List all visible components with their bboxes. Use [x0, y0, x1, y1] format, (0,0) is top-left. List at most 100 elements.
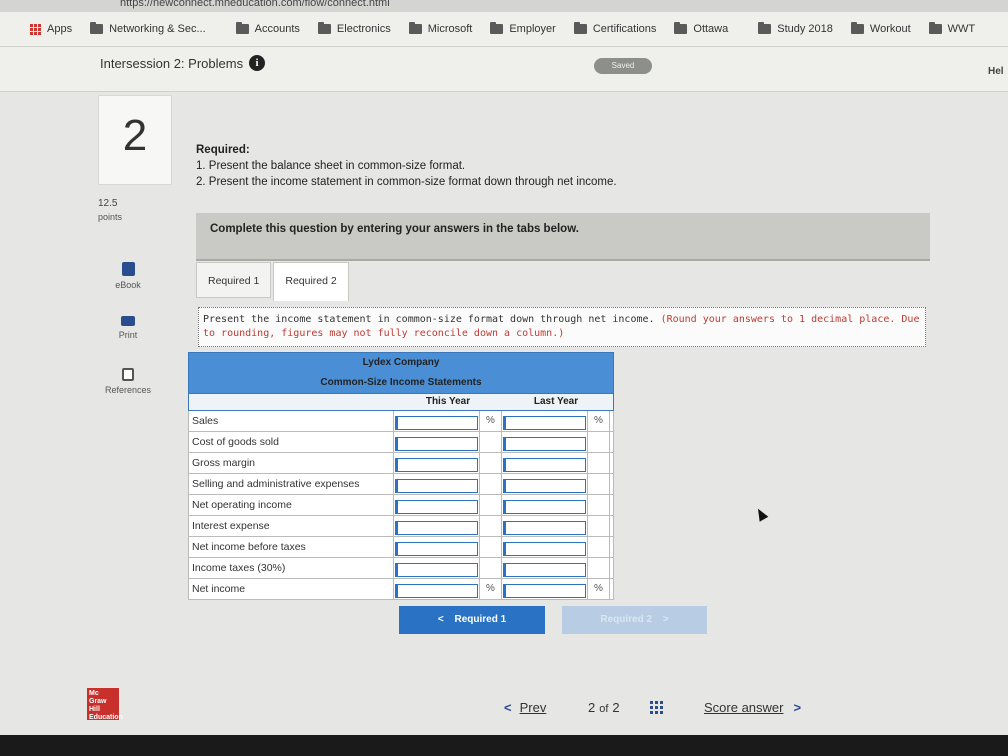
bookmark-accounts[interactable]: Accounts	[235, 22, 300, 35]
bookmark-label: Electronics	[336, 23, 391, 35]
assignment-title: Intersession 2: Problems	[100, 55, 244, 71]
score-label: Score answer	[704, 700, 784, 715]
folder-icon	[235, 22, 249, 34]
folder-icon	[573, 22, 587, 34]
ebook-icon	[121, 262, 135, 276]
prev-tab-button[interactable]: < Required 1	[399, 606, 545, 634]
table-row: Gross margin	[188, 453, 614, 474]
last-year-input[interactable]	[503, 500, 586, 514]
this-year-cell	[394, 495, 480, 515]
this-year-pct: %	[480, 579, 502, 599]
last-year-pct	[588, 453, 610, 473]
prev-tab-label: Required 1	[454, 614, 507, 625]
info-icon[interactable]: i	[249, 55, 266, 71]
last-year-input[interactable]	[503, 416, 586, 430]
this-year-input[interactable]	[395, 542, 478, 556]
saved-badge: Saved	[594, 58, 652, 74]
last-year-input[interactable]	[503, 437, 586, 451]
bookmark-networking[interactable]: Networking & Sec...	[90, 22, 206, 35]
this-year-cell	[394, 411, 480, 431]
bookmark-wwt[interactable]: WWT	[928, 22, 975, 35]
points-label: points	[98, 212, 123, 222]
browser-screen: https://newconnect.mheducation.com/flow/…	[0, 0, 1008, 735]
assignment-header: Intersession 2: Problems i Saved Hel	[0, 47, 1008, 92]
last-year-input[interactable]	[503, 479, 586, 493]
this-year-cell	[394, 453, 480, 473]
bookmark-apps[interactable]: Apps	[30, 23, 72, 35]
bookmark-label: Apps	[47, 23, 73, 35]
print-button[interactable]: Print	[96, 316, 160, 362]
blank-header	[189, 394, 394, 410]
bookmark-workout[interactable]: Workout	[850, 22, 911, 35]
score-answer-link[interactable]: Score answer >	[704, 700, 801, 715]
this-year-input[interactable]	[395, 500, 478, 514]
this-year-input[interactable]	[395, 416, 478, 430]
last-year-pct	[588, 516, 610, 536]
bookmark-certifications[interactable]: Certifications	[573, 22, 656, 35]
references-label: References	[104, 385, 152, 395]
bookmark-study-2018[interactable]: Study 2018	[758, 22, 833, 35]
this-year-input[interactable]	[395, 458, 478, 472]
income-statement-table: Lydex Company Common-Size Income Stateme…	[188, 352, 614, 600]
folder-icon	[850, 22, 864, 34]
bookmark-label: Workout	[869, 23, 911, 35]
table-row: Selling and administrative expenses	[188, 474, 614, 495]
last-year-cell	[502, 453, 588, 473]
current-page: 2	[588, 700, 596, 715]
references-button[interactable]: References	[96, 368, 160, 414]
last-year-cell	[502, 474, 588, 494]
required-tabs: Required 1 Required 2	[196, 262, 349, 301]
last-year-input[interactable]	[503, 584, 586, 598]
apps-grid-icon	[30, 23, 41, 35]
this-year-input[interactable]	[395, 479, 478, 493]
mouse-cursor-icon	[753, 506, 769, 522]
last-year-input[interactable]	[503, 521, 586, 535]
last-year-cell	[502, 516, 588, 536]
bookmark-label: Networking & Sec...	[109, 23, 206, 35]
print-label: Print	[118, 330, 138, 340]
this-year-input[interactable]	[395, 437, 478, 451]
this-year-cell	[394, 579, 480, 599]
this-year-input[interactable]	[395, 521, 478, 535]
required-section: Required: 1. Present the balance sheet i…	[196, 142, 617, 190]
last-year-input[interactable]	[503, 563, 586, 577]
folder-icon	[408, 22, 422, 34]
last-year-cell	[502, 432, 588, 452]
page-indicator: 2 of 2	[588, 700, 620, 715]
bookmark-electronics[interactable]: Electronics	[317, 22, 391, 35]
chevron-left-icon: <	[504, 700, 512, 715]
references-icon	[122, 368, 134, 381]
this-year-cell	[394, 474, 480, 494]
this-year-pct: %	[480, 411, 502, 431]
table-row: Interest expense	[188, 516, 614, 537]
table-row: Net operating income	[188, 495, 614, 516]
bookmark-employer[interactable]: Employer	[490, 22, 556, 35]
last-year-pct	[588, 537, 610, 557]
row-label: Net income	[189, 579, 394, 599]
ebook-button[interactable]: eBook	[96, 262, 160, 308]
last-year-pct	[588, 558, 610, 578]
table-row: Cost of goods sold	[188, 432, 614, 453]
this-year-input[interactable]	[395, 584, 478, 598]
last-year-cell	[502, 411, 588, 431]
tab-required-2[interactable]: Required 2	[273, 262, 349, 301]
bookmark-microsoft[interactable]: Microsoft	[408, 22, 472, 35]
bookmark-ottawa[interactable]: Ottawa	[674, 22, 728, 35]
help-link[interactable]: Hel	[988, 66, 1004, 77]
last-year-input[interactable]	[503, 458, 586, 472]
prev-question-link[interactable]: < Prev	[504, 700, 546, 715]
bookmarks-bar: Apps Networking & Sec... Accounts Electr…	[0, 12, 1008, 47]
last-year-pct: %	[588, 411, 610, 431]
row-label: Cost of goods sold	[189, 432, 394, 452]
this-year-input[interactable]	[395, 563, 478, 577]
next-tab-label: Required 2	[600, 614, 653, 625]
tab-required-1[interactable]: Required 1	[196, 262, 272, 298]
this-year-pct	[480, 495, 502, 515]
grid-view-icon[interactable]	[650, 701, 663, 714]
address-bar[interactable]: https://newconnect.mheducation.com/flow/…	[0, 0, 1008, 12]
last-year-pct	[588, 495, 610, 515]
next-tab-button[interactable]: Required 2 >	[562, 606, 707, 634]
chevron-right-icon: >	[662, 614, 669, 625]
last-year-input[interactable]	[503, 542, 586, 556]
folder-icon	[758, 22, 772, 34]
